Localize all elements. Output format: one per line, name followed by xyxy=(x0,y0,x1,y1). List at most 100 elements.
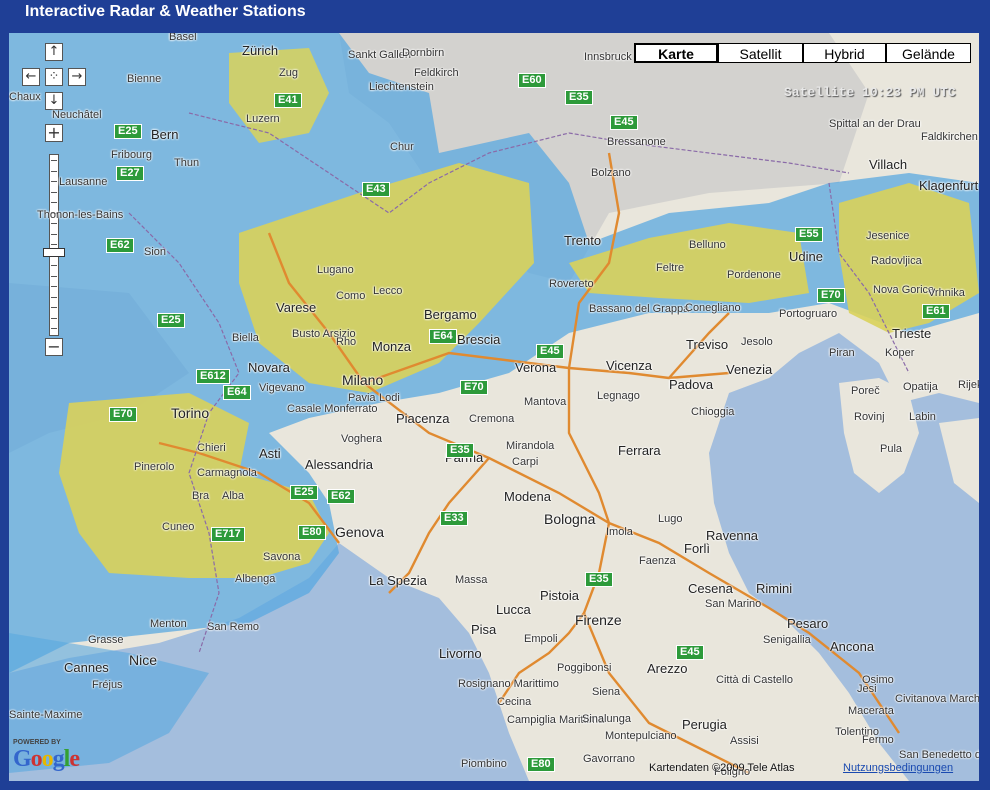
road-shield-label: E45 xyxy=(610,115,638,130)
city-label: Venezia xyxy=(726,362,773,377)
city-label: Mantova xyxy=(524,396,567,408)
city-label: Varese xyxy=(276,300,317,315)
road-shield-label: E55 xyxy=(795,227,823,242)
map-type-karte[interactable]: Karte xyxy=(634,43,718,63)
city-label: Fréjus xyxy=(92,679,123,691)
city-label: Trieste xyxy=(892,326,932,341)
zoom-slider-knob[interactable] xyxy=(43,248,65,257)
road-shield-label: E62 xyxy=(327,489,355,504)
city-label: Chur xyxy=(390,141,414,153)
pan-center-button[interactable]: ⁘ xyxy=(45,68,63,86)
city-label: La Spezia xyxy=(369,573,427,588)
zoom-slider-tick xyxy=(51,328,57,329)
road-shield-label: E41 xyxy=(274,93,302,108)
pan-up-button[interactable]: ↑ xyxy=(45,43,63,61)
city-label: Rosignano Marittimo xyxy=(458,678,559,690)
powered-by-label: POWERED BY xyxy=(13,739,61,746)
copyright-text: Kartendaten ©2009 Tele Atlas xyxy=(649,762,795,774)
road-shield-label: E35 xyxy=(565,90,593,105)
city-label: Ravenna xyxy=(706,528,759,543)
city-label: Pinerolo xyxy=(134,461,175,473)
city-label: Spittal an der Drau xyxy=(829,118,921,130)
zoom-out-button[interactable]: − xyxy=(45,338,63,356)
zoom-slider-tick xyxy=(51,181,57,182)
city-label: Menton xyxy=(150,618,187,630)
city-label: Thonon-les-Bains xyxy=(37,209,124,221)
city-label: Siena xyxy=(592,686,621,698)
city-label: Klagenfurt xyxy=(919,178,979,193)
city-label: Forlì xyxy=(684,541,710,556)
google-logo[interactable]: Google xyxy=(13,746,80,773)
city-label: Lugano xyxy=(317,264,354,276)
zoom-slider-tick xyxy=(51,191,57,193)
road-shield-label: E25 xyxy=(290,485,318,500)
map-base-svg xyxy=(9,33,979,781)
city-label: Thun xyxy=(174,157,200,169)
city-label: Empoli xyxy=(524,633,558,645)
city-label: Feldkirch xyxy=(414,67,459,79)
city-label: Bologna xyxy=(544,511,596,527)
zoom-slider-tick xyxy=(51,286,57,287)
city-label: Rovinj xyxy=(854,411,885,423)
map-type-hybrid[interactable]: Hybrid xyxy=(803,43,886,63)
city-label: Lodi xyxy=(379,392,400,404)
city-label: Vicenza xyxy=(606,358,653,373)
city-label: Sainte-Maxime xyxy=(9,709,83,721)
city-label: Arezzo xyxy=(647,661,688,676)
city-label: Civitanova Marche xyxy=(895,693,979,705)
city-label: Livorno xyxy=(439,646,482,661)
city-label: Casale Monferrato xyxy=(287,403,378,415)
terms-of-use-link[interactable]: Nutzungsbedingungen xyxy=(843,762,953,774)
city-label: Bern xyxy=(151,127,179,142)
city-label: Lecco xyxy=(373,285,403,297)
city-label: Neuchâtel xyxy=(52,109,102,121)
road-shield-label: E64 xyxy=(223,385,251,400)
map-type-satellit[interactable]: Satellit xyxy=(718,43,803,63)
city-label: Padova xyxy=(669,377,714,392)
city-label: Lugo xyxy=(658,513,683,525)
city-label: Nice xyxy=(129,652,158,668)
road-shield-label: E25 xyxy=(157,313,185,328)
city-label: Feltre xyxy=(656,262,685,274)
city-label: Faldkirchen xyxy=(921,131,978,143)
city-label: Firenze xyxy=(575,612,622,628)
city-label: Bra xyxy=(192,490,210,502)
road-shield-label: E80 xyxy=(298,525,326,540)
city-label: Jesi xyxy=(857,683,877,695)
page-title: Interactive Radar & Weather Stations xyxy=(0,0,990,24)
city-label: Piacenza xyxy=(396,411,450,426)
city-label: Koper xyxy=(885,347,915,359)
city-label: Basel xyxy=(169,33,197,43)
map-canvas[interactable]: Karte Satellit Hybrid Gelände ↑ ← ⁘ → ↓ … xyxy=(9,33,979,781)
city-label: Torino xyxy=(171,405,210,421)
city-label: Macerata xyxy=(848,705,894,717)
pan-right-button[interactable]: → xyxy=(68,68,86,86)
zoom-in-button[interactable]: + xyxy=(45,124,63,142)
city-label: Ferrara xyxy=(618,443,661,458)
city-label: Bolzano xyxy=(591,167,631,179)
zoom-slider-tick xyxy=(51,244,57,245)
zoom-slider-tick xyxy=(51,296,57,298)
city-label: Dornbirn xyxy=(402,47,445,59)
city-label: Chaux xyxy=(9,91,41,103)
zoom-slider-tick xyxy=(51,307,57,308)
road-shield-label: E80 xyxy=(527,757,555,772)
pan-left-button[interactable]: ← xyxy=(22,68,40,86)
city-label: Alba xyxy=(222,490,245,502)
city-label: Milano xyxy=(342,372,384,388)
map-type-gelaende[interactable]: Gelände xyxy=(886,43,971,63)
zoom-slider-tick xyxy=(51,265,57,266)
city-label: Treviso xyxy=(686,337,729,352)
road-shield-label: E35 xyxy=(585,572,613,587)
city-label: Innsbruck xyxy=(584,51,632,63)
city-label: Voghera xyxy=(341,433,382,445)
road-shield-label: E70 xyxy=(460,380,488,395)
city-label: San Remo xyxy=(207,621,259,633)
road-shield-label: E27 xyxy=(116,166,144,181)
city-label: Chieri xyxy=(197,442,226,454)
zoom-slider-tick xyxy=(51,233,57,235)
city-label: Bergamo xyxy=(424,307,477,322)
city-label: Bressanone xyxy=(607,136,666,148)
city-label: Portogruaro xyxy=(779,308,838,320)
pan-down-button[interactable]: ↓ xyxy=(45,92,63,110)
